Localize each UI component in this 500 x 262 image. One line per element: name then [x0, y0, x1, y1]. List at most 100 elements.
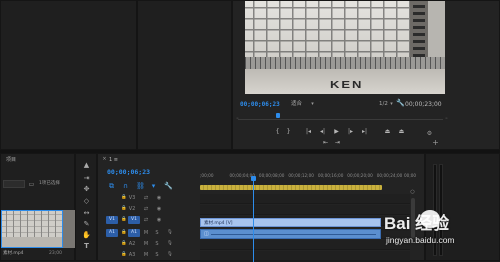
right-building: [410, 1, 445, 63]
source-patch-a1[interactable]: A1: [106, 229, 118, 237]
eye-icon[interactable]: ◉: [155, 205, 163, 213]
video-overlay-logo: KEN: [330, 78, 364, 91]
solo-button[interactable]: S: [153, 229, 161, 237]
timeline-playhead[interactable]: [252, 178, 254, 262]
go-to-in-button[interactable]: |◂: [304, 128, 313, 135]
microphone-icon[interactable]: 🎙: [166, 240, 174, 248]
mark-in-button[interactable]: {: [273, 128, 282, 135]
extract-button[interactable]: ⏏: [397, 128, 406, 135]
timeline-settings-icon[interactable]: 🔧: [164, 183, 173, 190]
mute-button[interactable]: M: [142, 229, 150, 237]
lock-icon[interactable]: 🔒: [120, 205, 128, 213]
eye-icon[interactable]: ◉: [155, 194, 163, 202]
track-lane[interactable]: [200, 205, 410, 215]
linked-selection-icon[interactable]: ⛓: [136, 183, 145, 190]
microphone-icon[interactable]: 🎙: [166, 229, 174, 237]
resolution-select[interactable]: 1/2: [379, 101, 388, 108]
razor-tool-icon[interactable]: ◇: [82, 197, 91, 206]
track-lane[interactable]: [200, 194, 410, 204]
building-facade: [245, 1, 410, 63]
step-forward-button[interactable]: |▸: [346, 128, 355, 135]
wrench-icon[interactable]: 🔧: [396, 100, 405, 107]
sync-lock-icon[interactable]: ⇄: [142, 194, 150, 202]
video-clip[interactable]: 素材.mp4 [V]: [200, 218, 381, 227]
watermark: Bai 经验 jingyan.baidu.com: [380, 205, 500, 261]
sync-lock-icon[interactable]: ⇄: [142, 205, 150, 213]
add-button-icon[interactable]: +: [432, 139, 439, 147]
settings-icon[interactable]: ⚙: [426, 130, 433, 137]
zoom-select[interactable]: 适合: [291, 101, 302, 108]
lock-icon[interactable]: 🔒: [120, 216, 128, 224]
program-video-frame: KEN: [245, 1, 445, 94]
microphone-icon[interactable]: 🎙: [166, 251, 174, 259]
sync-lock-icon[interactable]: ⇄: [142, 216, 150, 224]
program-playhead-marker[interactable]: [276, 113, 280, 118]
lock-icon[interactable]: 🔒: [120, 229, 128, 237]
step-back-button[interactable]: ◂|: [318, 128, 327, 135]
source-patch-v1[interactable]: V1: [106, 216, 118, 224]
ruler-tick-label: 00;00;08;00: [258, 173, 285, 178]
close-tab-icon[interactable]: ×: [101, 156, 108, 163]
selection-tool-icon[interactable]: ▲: [82, 161, 91, 170]
audio-clip-icon: ◫: [204, 231, 209, 237]
zoom-dropdown-icon[interactable]: ▾: [309, 101, 316, 108]
program-scrubber[interactable]: [238, 119, 443, 120]
program-duration: 00;00;23;00: [405, 101, 442, 108]
solo-button[interactable]: S: [153, 251, 161, 259]
type-tool-icon[interactable]: T: [82, 242, 91, 251]
nest-icon[interactable]: ⧉: [108, 183, 115, 190]
track-label-v2[interactable]: V2: [128, 205, 136, 213]
project-search-box[interactable]: [3, 180, 25, 188]
program-timecode[interactable]: 00;00;06;23: [240, 102, 280, 108]
track-label-v3[interactable]: V3: [128, 194, 136, 202]
lock-icon[interactable]: 🔒: [120, 194, 128, 202]
bin-icon[interactable]: ▭: [28, 181, 35, 188]
marker-icon[interactable]: ▾: [150, 183, 157, 190]
sequence-tab[interactable]: 1 ≡: [109, 158, 118, 163]
lock-icon[interactable]: 🔒: [120, 251, 128, 259]
ripple-edit-tool-icon[interactable]: ✥: [82, 185, 91, 194]
hand-tool-icon[interactable]: ✋: [82, 231, 91, 240]
time-ruler[interactable]: ;00;00 00;00;04;00 00;00;08;00 00;00;12;00 0…: [200, 173, 418, 181]
lift-button[interactable]: ⏏: [383, 128, 392, 135]
eye-icon[interactable]: ◉: [155, 216, 163, 224]
clip-thumbnail[interactable]: [1, 210, 63, 248]
solo-button[interactable]: S: [153, 240, 161, 248]
track-label-v1[interactable]: V1: [128, 216, 140, 224]
slip-tool-icon[interactable]: ↔: [82, 209, 91, 218]
work-area-grip[interactable]: [200, 185, 382, 190]
mute-button[interactable]: M: [142, 240, 150, 248]
clip-name[interactable]: 素材.mp4: [3, 251, 24, 257]
ruler-tick-label: 00;00;20;00: [347, 173, 373, 178]
pen-tool-icon[interactable]: ✎: [82, 220, 91, 229]
project-tab[interactable]: 项目: [6, 158, 16, 163]
track-lane[interactable]: [200, 251, 410, 261]
insert-button[interactable]: ⇤: [321, 139, 330, 146]
wrap-icon[interactable]: ○: [409, 189, 416, 196]
track-label-a3[interactable]: A3: [128, 251, 136, 259]
ruler-tick-label: 00;00;24;00: [376, 173, 403, 178]
audio-clip[interactable]: ◫: [200, 229, 381, 239]
transport-controls: {} |◂ ◂| ▶ |▸ ▸| ⏏ ⏏: [273, 128, 413, 136]
timeline-panel: × 1 ≡ 00;00;06;23 ⧉ ∩ ⛓ ▾ 🔧 ;00;00 00;00;…: [97, 153, 425, 262]
panel-divider[interactable]: [136, 0, 138, 150]
play-button[interactable]: ▶: [332, 128, 341, 135]
track-select-tool-icon[interactable]: ⇥: [82, 174, 91, 183]
lock-icon[interactable]: 🔒: [120, 240, 128, 248]
track-label-a2[interactable]: A2: [128, 240, 136, 248]
track-lane[interactable]: [200, 240, 410, 250]
timeline-timecode[interactable]: 00;00;06;23: [107, 169, 150, 176]
snap-icon[interactable]: ∩: [122, 183, 129, 190]
track-label-a1[interactable]: A1: [128, 229, 140, 237]
ruler-tick-label: 00;00;12;00: [288, 173, 314, 178]
go-to-out-button[interactable]: ▸|: [360, 128, 369, 135]
overwrite-button[interactable]: ⇥: [333, 139, 342, 146]
timeline-playhead-handle[interactable]: [250, 176, 256, 181]
resolution-dropdown-icon[interactable]: ▾: [388, 101, 395, 108]
watermark-site: jingyan.baidu.com: [386, 235, 455, 245]
mark-out-button[interactable]: }: [284, 128, 293, 135]
program-monitor-panel: KEN 00;00;06;23 适合 ▾ 1/2 ▾ 🔧 00;00;23;00…: [232, 0, 500, 150]
mute-button[interactable]: M: [142, 251, 150, 259]
railing: [245, 57, 445, 69]
scrubber-start-icon: ◦: [236, 116, 239, 122]
